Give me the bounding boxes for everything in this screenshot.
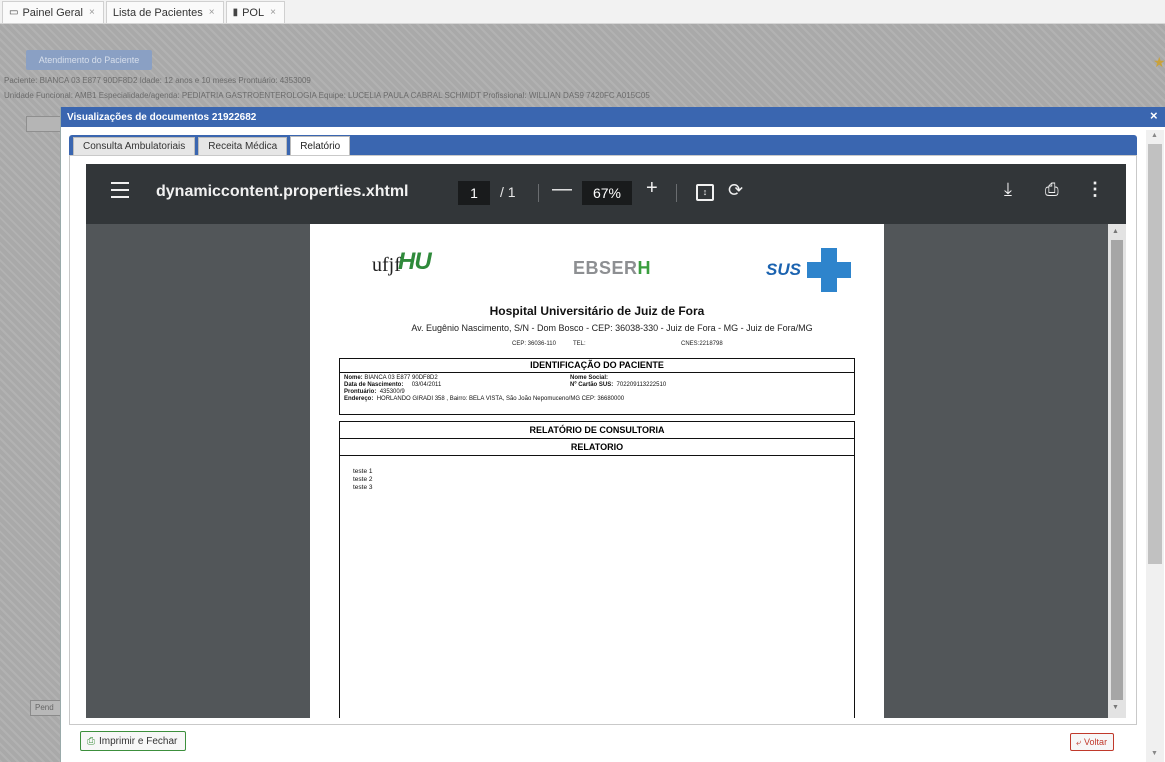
report-text: teste 1 teste 2 teste 3 xyxy=(353,468,373,492)
divider xyxy=(538,184,539,202)
report-line: teste 2 xyxy=(353,476,373,483)
document-viewer-modal: Visualizações de documentos 21922682 Con… xyxy=(60,107,1165,762)
pdf-toolbar: dynamiccontent.properties.xhtml 1 / 1 — … xyxy=(86,164,1126,224)
back-arrow-icon: ⤶ xyxy=(1076,736,1082,747)
report-line: teste 3 xyxy=(353,484,373,491)
zoom-out-icon[interactable]: — xyxy=(552,178,572,201)
scrollbar-thumb[interactable] xyxy=(1111,240,1123,700)
id-header: IDENTIFICAÇÃO DO PACIENTE xyxy=(340,359,854,373)
tab-lista-pacientes[interactable]: Lista de Pacientes × xyxy=(105,1,224,23)
hospital-name: Hospital Universitário de Juiz de Fora xyxy=(489,304,705,318)
folder-icon: ▮ xyxy=(232,7,239,18)
modal-title: Visualizações de documentos 21922682 xyxy=(67,111,257,123)
rotate-icon[interactable]: ⟳ xyxy=(728,180,743,201)
menu-icon[interactable] xyxy=(111,182,131,204)
more-icon[interactable]: ⋮ xyxy=(1086,179,1104,200)
hospital-cep: CEP: 36036-110 xyxy=(512,341,556,347)
tab-consulta-ambulatoriais[interactable]: Consulta Ambulatoriais xyxy=(73,137,196,155)
pdf-viewer: dynamiccontent.properties.xhtml 1 / 1 — … xyxy=(86,164,1126,718)
id-row-nome-social: Nome Social: xyxy=(570,375,609,381)
close-tab-icon[interactable]: × xyxy=(89,7,95,18)
hospital-tel: TEL: xyxy=(573,341,586,347)
download-icon[interactable]: ⤓ xyxy=(1004,179,1012,200)
close-tab-icon[interactable]: × xyxy=(270,7,276,18)
print-close-button[interactable]: ⎙ Imprimir e Fechar xyxy=(80,731,187,751)
tab-label: Lista de Pacientes xyxy=(112,6,203,19)
divider xyxy=(676,184,677,202)
ebserh-logo: EBSERH xyxy=(573,258,652,278)
modal-header: Visualizações de documentos 21922682 xyxy=(61,107,1165,127)
scroll-up-icon[interactable]: ▲ xyxy=(1151,132,1158,139)
hospital-address: Av. Eugênio Nascimento, S/N - Dom Bosco … xyxy=(411,323,813,333)
hu-logo: HU xyxy=(398,248,432,275)
back-label: Voltar xyxy=(1084,737,1108,747)
modal-close-button[interactable]: × xyxy=(1150,108,1159,123)
sus-logo: SUS xyxy=(766,260,801,279)
star-icon[interactable]: ★ xyxy=(1153,54,1165,71)
tab-receita-medica[interactable]: Receita Médica xyxy=(198,137,288,155)
ufjf-logo: ufjf xyxy=(372,254,401,276)
scroll-up-icon[interactable]: ▲ xyxy=(1112,228,1119,235)
report-subheader: RELATORIO xyxy=(340,439,854,456)
back-button[interactable]: ⤶ Voltar xyxy=(1070,733,1115,751)
sus-cross-icon xyxy=(807,248,851,292)
top-tab-bar: ▭ Painel Geral × Lista de Pacientes × ▮ … xyxy=(0,0,1165,24)
scrollbar-thumb[interactable] xyxy=(1148,144,1162,564)
id-row-endereco: Endereço: HORLANDO GIRADI 358 , Bairro: … xyxy=(344,396,625,402)
fit-page-icon[interactable]: ↕ xyxy=(696,184,714,201)
tab-relatorio[interactable]: Relatório xyxy=(290,136,351,155)
hospital-cnes: CNES:2218798 xyxy=(681,341,723,347)
document-tabs: Consulta Ambulatoriais Receita Médica Re… xyxy=(69,135,1137,155)
zoom-input[interactable]: 67% xyxy=(582,181,632,205)
scroll-down-icon[interactable]: ▼ xyxy=(1112,704,1119,711)
id-row-nome: Nome: BIANCA 03 E877 90DF8D2 xyxy=(344,375,438,381)
id-row-nascimento: Data de Nascimento: 03/04/2011 xyxy=(344,382,442,388)
tab-painel-geral[interactable]: ▭ Painel Geral × xyxy=(2,1,104,23)
printer-icon: ⎙ xyxy=(87,735,95,747)
background-tab xyxy=(26,116,64,132)
tab-pol[interactable]: ▮ POL × xyxy=(225,1,285,23)
tab-label: POL xyxy=(242,6,265,19)
patient-id-box: IDENTIFICAÇÃO DO PACIENTE Nome: BIANCA 0… xyxy=(339,358,855,415)
pendencias-button[interactable]: Pend xyxy=(30,700,62,716)
modal-scrollbar[interactable]: ▲ ▼ xyxy=(1146,130,1164,762)
id-row-prontuario: Prontuário: 435300/9 xyxy=(344,389,405,395)
pdf-filename: dynamiccontent.properties.xhtml xyxy=(156,183,409,200)
report-box: RELATÓRIO DE CONSULTORIA RELATORIO teste… xyxy=(339,421,855,718)
unit-info-line: Unidade Funcional: AMB1 Especialidade/ag… xyxy=(4,91,650,100)
atendimento-button[interactable]: Atendimento do Paciente xyxy=(26,50,152,70)
close-tab-icon[interactable]: × xyxy=(209,7,215,18)
tab-label: Painel Geral xyxy=(22,6,83,19)
scroll-down-icon[interactable]: ▼ xyxy=(1151,750,1158,757)
tab-content: dynamiccontent.properties.xhtml 1 / 1 — … xyxy=(69,155,1137,725)
patient-info-line: Paciente: BIANCA 03 E877 90DF8D2 Idade: … xyxy=(4,76,311,85)
report-header: RELATÓRIO DE CONSULTORIA xyxy=(340,422,854,439)
pdf-scrollbar[interactable]: ▲ ▼ xyxy=(1108,224,1126,718)
monitor-icon: ▭ xyxy=(9,7,19,18)
id-row-cartao: Nº Cartão SUS: 702209113222510 xyxy=(570,382,667,388)
page-total: / 1 xyxy=(500,184,516,200)
zoom-in-icon[interactable]: + xyxy=(646,177,658,200)
page-number-input[interactable]: 1 xyxy=(458,181,490,205)
pdf-page: ufjf HU EBSERH SUS Hospital Universitári… xyxy=(310,224,884,718)
report-line: teste 1 xyxy=(353,468,373,475)
print-close-label: Imprimir e Fechar xyxy=(99,735,178,747)
print-icon[interactable]: ⎙ xyxy=(1045,180,1059,200)
